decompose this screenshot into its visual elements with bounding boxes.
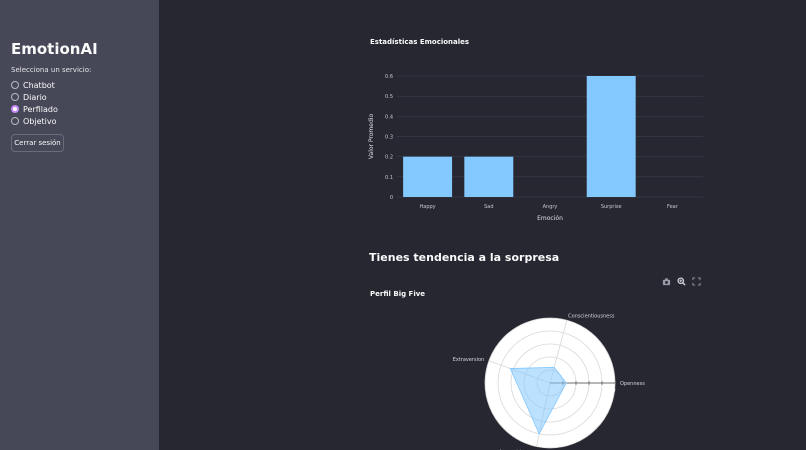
radio-option-label: Chatbot (23, 80, 55, 90)
y-tick-label: 0 (390, 195, 393, 201)
x-tick-label: Happy (420, 204, 436, 210)
y-tick-label: 0.3 (385, 135, 393, 141)
axis-label: Extraversion (453, 357, 485, 363)
sidebar: EmotionAI Selecciona un servicio: Chatbo… (0, 0, 159, 450)
bar (403, 156, 453, 197)
radial-tick-label: 0 (612, 388, 615, 394)
radio-option-diario[interactable]: Diario (11, 91, 58, 103)
bar (464, 156, 514, 197)
app-title: EmotionAI (11, 40, 98, 58)
x-tick-label: Surprise (601, 204, 622, 210)
radio-circle-icon (11, 81, 19, 89)
fullscreen-icon[interactable] (692, 277, 701, 286)
y-axis-label: Valor Promedio (368, 114, 375, 160)
bigfive-radar-chart: 0OpennessConscientiousnessExtraversionAg… (453, 313, 645, 450)
tendency-heading: Tienes tendencia a la sorpresa (369, 251, 560, 264)
radio-circle-icon (11, 117, 19, 125)
radio-option-objetivo[interactable]: Objetivo (11, 115, 58, 127)
radio-circle-icon (11, 93, 19, 101)
x-tick-label: Angry (543, 204, 558, 210)
bar (586, 76, 636, 197)
chart-toolbar (662, 277, 701, 286)
radio-selected-icon (11, 105, 19, 113)
service-radio-group: Chatbot Diario Perfilado Objetivo (11, 79, 58, 127)
y-tick-label: 0.4 (385, 114, 393, 120)
radio-option-perfilado[interactable]: Perfilado (11, 103, 58, 115)
camera-icon[interactable] (662, 277, 671, 286)
radio-option-label: Diario (23, 92, 47, 102)
y-tick-label: 0.5 (385, 94, 393, 100)
radio-option-label: Objetivo (23, 116, 57, 126)
service-select-label: Selecciona un servicio: (11, 66, 92, 74)
radio-option-label: Perfilado (23, 104, 58, 114)
x-tick-label: Sad (484, 204, 493, 210)
emotion-bar-chart: 0 0.1 0.2 0.3 0.4 0.5 0.6 Happy Sad Angry Surprise… (368, 74, 703, 222)
logout-button[interactable]: Cerrar sesión (11, 134, 64, 152)
axis-label: Conscientiousness (568, 313, 615, 319)
radio-option-chatbot[interactable]: Chatbot (11, 79, 58, 91)
bigfive-chart-title: Perfil Big Five (370, 290, 426, 298)
emotion-chart-title: Estadísticas Emocionales (370, 38, 470, 46)
axis-label: Openness (620, 381, 645, 387)
y-tick-label: 0.2 (385, 155, 393, 161)
x-tick-label: Fear (667, 204, 679, 210)
y-tick-label: 0.1 (385, 175, 393, 181)
zoom-icon[interactable] (677, 277, 686, 286)
y-tick-label: 0.6 (385, 74, 393, 80)
x-axis-label: Emoción (537, 215, 563, 222)
